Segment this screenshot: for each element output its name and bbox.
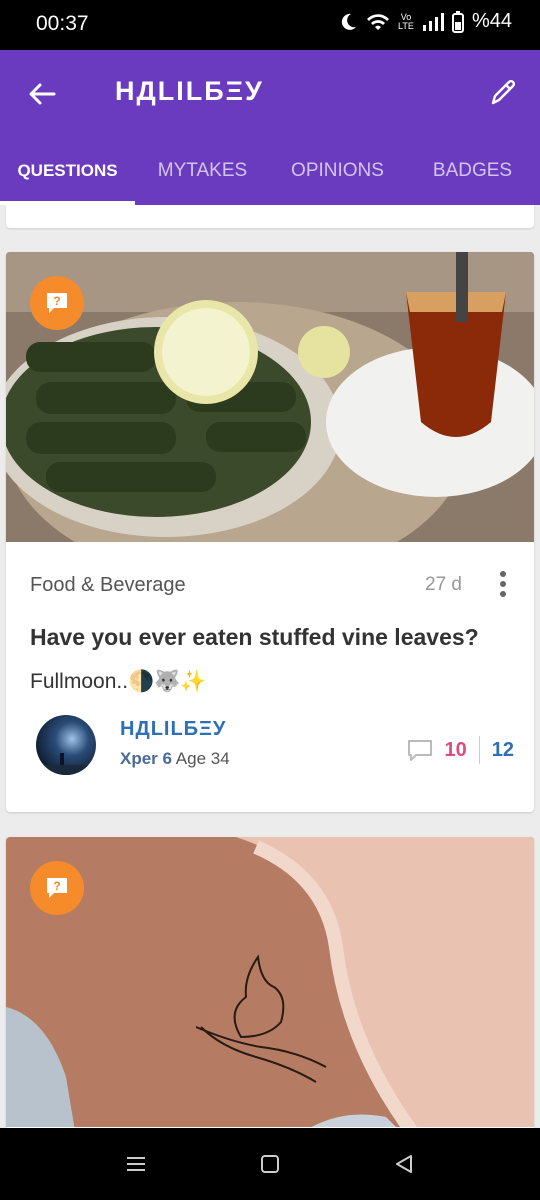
wifi-icon [366,13,389,30]
comment-count[interactable]: 10 [445,739,467,762]
avatar-image [36,715,96,775]
tab-opinions[interactable]: OPINIONS [270,150,405,205]
question-badge: ? [30,861,84,915]
question-description: Fullmoon..🌗🐺✨ [30,670,207,693]
tab-questions[interactable]: QUESTIONS [0,150,135,205]
app-bar: НДLILБΞУ QUESTIONS MYTAKES OPINIONS BADG… [0,50,540,205]
stuffed-vine-leaves-image [6,252,534,542]
tattoo-image [6,837,534,1127]
question-photo[interactable]: ? [6,837,534,1127]
previous-card-edge [6,205,534,228]
question-badge: ? [30,276,84,330]
home-icon[interactable] [258,1152,282,1176]
system-nav-bar [0,1128,540,1200]
more-options-icon[interactable] [498,570,508,598]
edit-pencil-icon[interactable] [488,76,520,108]
author-avatar[interactable] [36,715,96,775]
author-meta: Xper 6 Age 34 [120,749,230,769]
signal-icon [422,12,444,31]
author-name[interactable]: НДLILБΞУ [120,718,226,741]
category-label[interactable]: Food & Beverage [30,574,186,597]
author-level: Xper 6 [120,749,172,768]
status-bar: 00:37 Vo LTE %44 [0,0,540,50]
post-age: 27 d [425,574,462,595]
feed[interactable]: ? Food & Beverage 27 d Have you ever eat… [0,205,540,1128]
battery-icon [451,10,464,33]
back-icon[interactable] [392,1152,416,1176]
status-time: 00:37 [36,12,89,35]
volte-badge: Vo LTE [398,11,414,31]
tab-mytakes[interactable]: MYTAKES [135,150,270,205]
comment-icon [407,740,432,761]
question-bubble-icon: ? [47,878,67,898]
tab-badges[interactable]: BADGES [405,150,540,205]
view-count[interactable]: 12 [492,739,514,762]
status-icons: Vo LTE %44 [338,10,512,33]
profile-title: НДLILБΞУ [115,76,264,106]
question-title[interactable]: Have you ever eaten stuffed vine leaves? [30,624,479,651]
back-arrow-icon[interactable] [26,78,58,110]
post-stats: 10 12 [407,736,514,764]
battery-text: %44 [471,10,512,32]
recents-icon[interactable] [124,1152,148,1176]
moon-icon [341,13,356,30]
question-photo[interactable]: ? [6,252,534,542]
stats-divider [478,736,480,764]
question-card[interactable]: ? Food & Beverage 27 d Have you ever eat… [6,252,534,812]
author-age: Age 34 [175,749,230,768]
svg-text:?: ? [53,294,60,308]
tab-bar: QUESTIONS MYTAKES OPINIONS BADGES [0,150,540,205]
svg-text:?: ? [53,879,60,893]
question-bubble-icon: ? [47,293,67,313]
question-card[interactable]: ? [6,837,534,1128]
